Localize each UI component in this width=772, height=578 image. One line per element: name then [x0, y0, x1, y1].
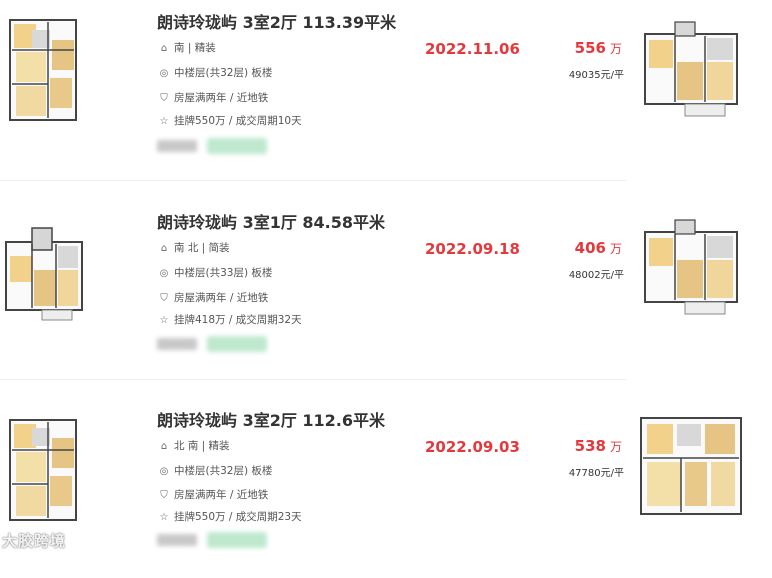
house-icon: ⌂	[160, 43, 168, 54]
blurred-agent-name	[157, 534, 197, 546]
blurred-contact-button	[207, 532, 267, 548]
total-price: 538 万	[575, 437, 622, 455]
tags-info: ⛉ 房屋满两年 / 近地铁	[157, 90, 268, 105]
deal-date: 2022.09.03	[425, 438, 520, 456]
orientation-text: 南 | 精装	[174, 42, 216, 54]
location-icon: ◎	[159, 68, 169, 79]
total-price-value: 406	[574, 239, 606, 257]
tags-text: 房屋满两年 / 近地铁	[174, 92, 269, 104]
floor-info: ◎ 中楼层(共32层) 板楼	[157, 463, 273, 478]
floorplan-image[interactable]	[2, 218, 86, 333]
orientation-info: ⌂ 南 北 | 简装	[157, 240, 230, 255]
listing-info: ☆ 挂牌418万 / 成交周期32天	[157, 312, 302, 327]
listing-title[interactable]: 朗诗玲珑屿 3室2厅 112.6平米	[157, 407, 385, 431]
floorplan-image[interactable]	[2, 412, 86, 527]
listing-info-text: 挂牌418万 / 成交周期32天	[174, 314, 302, 326]
listing-title[interactable]: 朗诗玲珑屿 3室1厅 84.58平米	[157, 209, 385, 233]
orientation-info: ⌂ 北 南 | 精装	[157, 438, 230, 453]
blurred-contact-button	[207, 138, 267, 154]
listing-item[interactable]: 朗诗玲珑屿 3室2厅 113.39平米 ⌂ 南 | 精装 ◎ 中楼层(共32层) 板…	[0, 0, 626, 180]
blurred-agent-name	[157, 338, 197, 350]
star-icon: ☆	[159, 512, 169, 523]
listing-info-text: 挂牌550万 / 成交周期10天	[174, 115, 302, 127]
blurred-agent-row	[157, 532, 267, 548]
floor-text: 中楼层(共32层) 板楼	[174, 67, 273, 79]
star-icon: ☆	[159, 315, 169, 326]
shield-icon: ⛉	[160, 490, 168, 501]
floor-info: ◎ 中楼层(共32层) 板楼	[157, 65, 273, 80]
listing-item[interactable]: 朗诗玲珑屿 3室2厅 112.6平米 ⌂ 北 南 | 精装 ◎ 中楼层(共32层) …	[0, 398, 626, 578]
listing-title[interactable]: 朗诗玲珑屿 3室2厅 113.39平米	[157, 9, 396, 33]
price-unit: 万	[609, 440, 622, 454]
tags-info: ⛉ 房屋满两年 / 近地铁	[157, 290, 268, 305]
orientation-text: 南 北 | 简装	[174, 242, 230, 254]
floorplan-thumbnail[interactable]	[635, 212, 747, 324]
deal-date: 2022.11.06	[425, 40, 520, 58]
listing-item[interactable]: 朗诗玲珑屿 3室1厅 84.58平米 ⌂ 南 北 | 简装 ◎ 中楼层(共33层) …	[0, 200, 626, 380]
listing-info-text: 挂牌550万 / 成交周期23天	[174, 511, 302, 523]
unit-price: 48002元/平	[568, 270, 624, 281]
divider	[0, 379, 626, 380]
orientation-text: 北 南 | 精装	[174, 440, 230, 452]
price-unit: 万	[609, 242, 622, 256]
house-icon: ⌂	[160, 243, 168, 254]
price-unit: 万	[609, 42, 622, 56]
total-price-value: 556	[574, 39, 606, 57]
watermark-text: 大胶跨境	[2, 532, 67, 550]
deal-date: 2022.09.18	[425, 240, 520, 258]
star-icon: ☆	[159, 116, 169, 127]
location-icon: ◎	[159, 466, 169, 477]
floor-text: 中楼层(共32层) 板楼	[174, 465, 273, 477]
house-icon: ⌂	[160, 441, 168, 452]
unit-price: 49035元/平	[568, 70, 624, 81]
divider	[0, 180, 626, 181]
tags-info: ⛉ 房屋满两年 / 近地铁	[157, 487, 268, 502]
total-price: 556 万	[575, 39, 622, 57]
floor-info: ◎ 中楼层(共33层) 板楼	[157, 265, 273, 280]
tags-text: 房屋满两年 / 近地铁	[174, 489, 269, 501]
tags-text: 房屋满两年 / 近地铁	[174, 292, 269, 304]
floorplan-image[interactable]	[2, 12, 86, 127]
listing-info: ☆ 挂牌550万 / 成交周期10天	[157, 113, 302, 128]
floorplan-thumbnail[interactable]	[635, 408, 747, 526]
listing-info: ☆ 挂牌550万 / 成交周期23天	[157, 509, 302, 524]
blurred-agent-row	[157, 138, 267, 154]
floorplan-thumbnail[interactable]	[635, 14, 747, 126]
blurred-contact-button	[207, 336, 267, 352]
orientation-info: ⌂ 南 | 精装	[157, 40, 216, 55]
floor-text: 中楼层(共33层) 板楼	[174, 267, 273, 279]
location-icon: ◎	[159, 268, 169, 279]
total-price: 406 万	[575, 239, 622, 257]
blurred-agent-row	[157, 336, 267, 352]
total-price-value: 538	[574, 437, 606, 455]
unit-price: 47780元/平	[568, 468, 624, 479]
shield-icon: ⛉	[160, 293, 168, 304]
blurred-agent-name	[157, 140, 197, 152]
shield-icon: ⛉	[160, 93, 168, 104]
